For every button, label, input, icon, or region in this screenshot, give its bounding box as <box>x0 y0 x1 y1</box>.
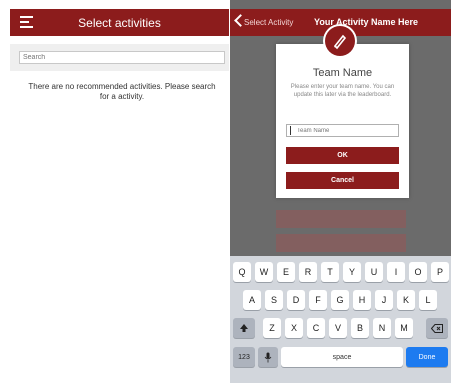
key-b[interactable]: B <box>351 318 369 338</box>
background-row <box>276 210 406 228</box>
dialog-message: Please enter your team name. You can upd… <box>290 84 395 98</box>
key-k[interactable]: K <box>397 290 415 310</box>
search-input[interactable] <box>19 51 225 64</box>
space-key[interactable]: space <box>281 347 403 367</box>
key-l[interactable]: L <box>419 290 437 310</box>
key-a[interactable]: A <box>243 290 261 310</box>
search-bar <box>10 44 229 71</box>
key-n[interactable]: N <box>373 318 391 338</box>
key-c[interactable]: C <box>307 318 325 338</box>
keyboard-row: 123 space Done <box>230 347 451 367</box>
key-y[interactable]: Y <box>343 262 361 282</box>
team-name-input[interactable] <box>286 124 399 137</box>
page-title: Select activities <box>78 16 161 30</box>
key-f[interactable]: F <box>309 290 327 310</box>
key-o[interactable]: O <box>409 262 427 282</box>
key-v[interactable]: V <box>329 318 347 338</box>
team-name-screen: Select Activity Your Activity Name Here … <box>230 0 451 383</box>
key-q[interactable]: Q <box>233 262 251 282</box>
key-z[interactable]: Z <box>263 318 281 338</box>
key-r[interactable]: R <box>299 262 317 282</box>
key-j[interactable]: J <box>375 290 393 310</box>
key-g[interactable]: G <box>331 290 349 310</box>
keyboard-row: ASDFGHJKL <box>230 290 451 310</box>
key-i[interactable]: I <box>387 262 405 282</box>
key-e[interactable]: E <box>277 262 295 282</box>
ok-button[interactable]: OK <box>286 147 399 164</box>
key-p[interactable]: P <box>431 262 449 282</box>
backspace-icon[interactable] <box>426 318 448 338</box>
key-d[interactable]: D <box>287 290 305 310</box>
team-name-dialog: Team Name Please enter your team name. Y… <box>276 44 409 198</box>
key-w[interactable]: W <box>255 262 273 282</box>
shift-icon[interactable] <box>233 318 255 338</box>
page-title: Your Activity Name Here <box>314 17 419 27</box>
key-t[interactable]: T <box>321 262 339 282</box>
key-s[interactable]: S <box>265 290 283 310</box>
key-u[interactable]: U <box>365 262 383 282</box>
numbers-key[interactable]: 123 <box>233 347 255 367</box>
key-h[interactable]: H <box>353 290 371 310</box>
header-bar: Select activities <box>10 9 229 36</box>
cancel-button[interactable]: Cancel <box>286 172 399 189</box>
dialog-title: Team Name <box>312 67 373 79</box>
select-activities-screen: Select activities There are no recommend… <box>0 0 229 383</box>
back-button[interactable]: Select Activity <box>244 18 293 27</box>
background-row <box>276 234 406 252</box>
on-screen-keyboard: QWERTYUIOP ASDFGHJKL ZXCVBNM 123 space D… <box>230 256 451 383</box>
key-x[interactable]: X <box>285 318 303 338</box>
keyboard-row: ZXCVBNM <box>230 318 451 338</box>
done-key[interactable]: Done <box>406 347 448 367</box>
key-m[interactable]: M <box>395 318 413 338</box>
empty-state-message: There are no recommended activities. Ple… <box>28 82 216 101</box>
text-cursor <box>290 126 291 135</box>
microphone-icon[interactable] <box>258 347 278 367</box>
keyboard-row: QWERTYUIOP <box>230 262 451 282</box>
pencil-icon <box>325 26 355 56</box>
